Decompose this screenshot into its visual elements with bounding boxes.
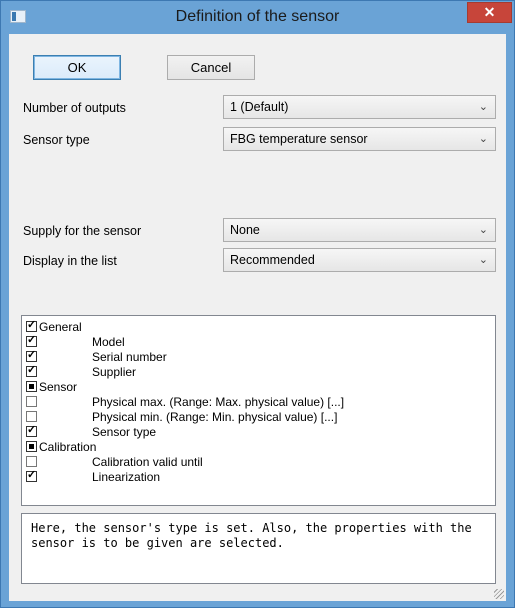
cancel-button[interactable]: Cancel [167,55,255,80]
tree-item[interactable]: General [22,320,492,335]
checkbox[interactable] [26,321,37,332]
chevron-down-icon: ⌄ [478,254,488,266]
checkbox[interactable] [26,381,37,392]
number-of-outputs-value: 1 (Default) [230,100,289,114]
supply-select[interactable]: None ⌄ [223,218,496,242]
checkbox[interactable] [26,336,37,347]
property-tree-list[interactable]: General ModelSerial numberSupplier Sensor P… [21,315,496,506]
number-of-outputs-select[interactable]: 1 (Default) ⌄ [223,95,496,119]
supply-label: Supply for the sensor [23,224,142,238]
chevron-down-icon: ⌄ [478,101,488,113]
sensor-type-label: Sensor type [23,133,90,147]
tree-item-label: Sensor [39,380,78,394]
tree-item[interactable]: Calibration [22,440,492,455]
tree-item-label: Linearization [92,470,161,484]
tree-item[interactable]: Sensor [22,380,492,395]
checkbox[interactable] [26,396,37,407]
tree-item-label: Model [92,335,125,349]
tree-item[interactable]: Physical min. (Range: Min. physical valu… [22,410,492,425]
chevron-down-icon: ⌄ [478,224,488,236]
sensor-type-value: FBG temperature sensor [230,132,368,146]
tree-item-label: Physical min. (Range: Min. physical valu… [92,410,338,424]
help-text-box: Here, the sensor's type is set. Also, th… [21,513,496,584]
tree-item-label: General [39,320,82,334]
checkbox[interactable] [26,411,37,422]
tree-item-label: Calibration valid until [92,455,203,469]
close-button[interactable]: ✕ [467,2,512,23]
tree-item-label: Supplier [92,365,137,379]
tree-item-label: Calibration [39,440,97,454]
display-list-select[interactable]: Recommended ⌄ [223,248,496,272]
checkbox[interactable] [26,366,37,377]
checkbox[interactable] [26,426,37,437]
tree-item[interactable]: Serial number [22,350,492,365]
tree-item[interactable]: Physical max. (Range: Max. physical valu… [22,395,492,410]
tree-item-label: Physical max. (Range: Max. physical valu… [92,395,345,409]
display-list-label: Display in the list [23,254,117,268]
dialog-body: OK Cancel Number of outputs 1 (Default) … [9,34,506,601]
tree-item[interactable]: Calibration valid until [22,455,492,470]
supply-value: None [230,223,260,237]
checkbox[interactable] [26,456,37,467]
resize-grip-icon[interactable] [494,589,504,599]
dialog-window: Definition of the sensor ✕ OK Cancel Num… [0,0,515,608]
tree-item-label: Serial number [92,350,167,364]
title-bar[interactable]: Definition of the sensor ✕ [1,1,514,34]
tree-item[interactable]: Supplier [22,365,492,380]
window-title: Definition of the sensor [175,8,340,25]
checkbox[interactable] [26,471,37,482]
tree-item[interactable]: Model [22,335,492,350]
display-list-value: Recommended [230,253,315,267]
tree-item[interactable]: Sensor type [22,425,492,440]
checkbox[interactable] [26,351,37,362]
tree-item[interactable]: Linearization [22,470,492,485]
ok-button[interactable]: OK [33,55,121,80]
number-of-outputs-label: Number of outputs [23,101,126,115]
chevron-down-icon: ⌄ [478,133,488,145]
checkbox[interactable] [26,441,37,452]
sensor-type-select[interactable]: FBG temperature sensor ⌄ [223,127,496,151]
tree-item-label: Sensor type [92,425,157,439]
